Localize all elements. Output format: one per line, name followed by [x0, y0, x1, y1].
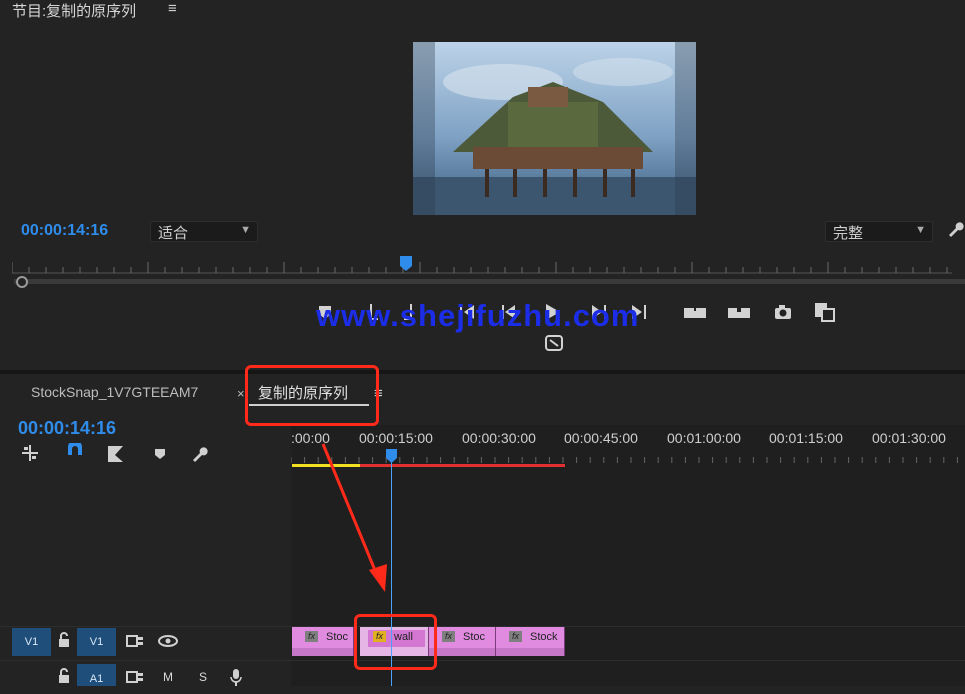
ruler-label: 00:01:30:00: [872, 430, 946, 446]
chevron-down-icon: ▼: [240, 224, 251, 236]
clip-name: Stoc: [326, 631, 349, 643]
timeline-settings-wrench-icon[interactable]: [193, 447, 208, 462]
clip-name: Stoc: [463, 631, 486, 643]
annotation-arrow-icon: [321, 443, 387, 592]
program-scrub-bar[interactable]: [14, 279, 965, 284]
clip-stocksnap-3[interactable]: fx Stock: [496, 627, 565, 656]
a1-lock-icon[interactable]: [57, 668, 71, 686]
track-a1: [0, 660, 965, 687]
zoom-fit-value: 适合: [158, 225, 189, 242]
insert-nest-icon[interactable]: [22, 445, 38, 461]
a1-target-toggle[interactable]: A1: [77, 664, 116, 686]
program-preview-image: [413, 42, 696, 215]
extract-icon[interactable]: [728, 302, 750, 318]
clip-footer: [429, 648, 495, 656]
a1-solo-button[interactable]: S: [195, 670, 211, 686]
linked-selection-icon[interactable]: [108, 446, 123, 462]
program-playhead-icon[interactable]: [399, 256, 413, 272]
v1-eye-visibility-icon[interactable]: [158, 634, 178, 648]
scrub-start-handle[interactable]: [16, 276, 28, 288]
a1-microphone-icon[interactable]: [229, 668, 243, 686]
chevron-down-icon: ▼: [915, 224, 926, 236]
clip-name: Stock: [530, 631, 558, 643]
loop-playback-icon[interactable]: [545, 335, 563, 351]
fx-badge-icon: fx: [305, 631, 318, 642]
zoom-fit-dropdown[interactable]: 适合 ▼: [150, 221, 258, 242]
comparison-view-icon[interactable]: [815, 303, 835, 322]
playback-quality-value: 完整: [833, 225, 864, 242]
program-panel-menu-icon[interactable]: ≡: [168, 0, 177, 17]
tab-stocksnap-sequence[interactable]: StockSnap_1V7GTEEAM7: [31, 384, 198, 400]
a1-mute-button[interactable]: M: [160, 670, 176, 686]
v1-target-toggle[interactable]: V1: [77, 628, 116, 656]
clip-footer: [496, 648, 564, 656]
ruler-label: 00:01:00:00: [667, 430, 741, 446]
snap-magnet-icon[interactable]: [68, 443, 82, 455]
wrench-settings-icon[interactable]: [946, 220, 964, 238]
timeline-tools: [22, 443, 208, 462]
clip-footer: [292, 648, 353, 656]
annotation-box-sequence-tab: [245, 365, 379, 426]
ruler-label: 00:00:30:00: [462, 430, 536, 446]
fx-badge-icon: fx: [509, 631, 522, 642]
ruler-label: 00:00:45:00: [564, 430, 638, 446]
annotation-box-wall-clip: [354, 614, 437, 670]
program-time-ruler[interactable]: [12, 258, 952, 274]
ruler-label: 00:01:15:00: [769, 430, 843, 446]
program-panel-title[interactable]: 节目:复制的原序列: [12, 0, 136, 21]
watermark-text: www.shejifuzhu.com: [316, 298, 640, 333]
add-marker-timeline-icon[interactable]: [155, 449, 165, 459]
v1-lock-icon[interactable]: [57, 632, 71, 650]
camera-export-frame-icon[interactable]: [775, 305, 791, 319]
program-timecode[interactable]: 00:00:14:16: [21, 222, 108, 240]
clip-stocksnap-1[interactable]: fx Stoc: [292, 627, 354, 656]
a1-sync-lock-icon[interactable]: [126, 670, 144, 684]
clip-stocksnap-2[interactable]: fx Stoc: [429, 627, 496, 656]
playback-quality-dropdown[interactable]: 完整 ▼: [825, 221, 933, 242]
lift-icon[interactable]: [684, 302, 706, 318]
tab-close-icon[interactable]: ×: [237, 386, 245, 401]
fx-badge-icon: fx: [442, 631, 455, 642]
timeline-timecode[interactable]: 00:00:14:16: [18, 418, 116, 439]
v1-sync-lock-icon[interactable]: [126, 634, 144, 648]
v1-source-patch[interactable]: V1: [12, 628, 51, 656]
